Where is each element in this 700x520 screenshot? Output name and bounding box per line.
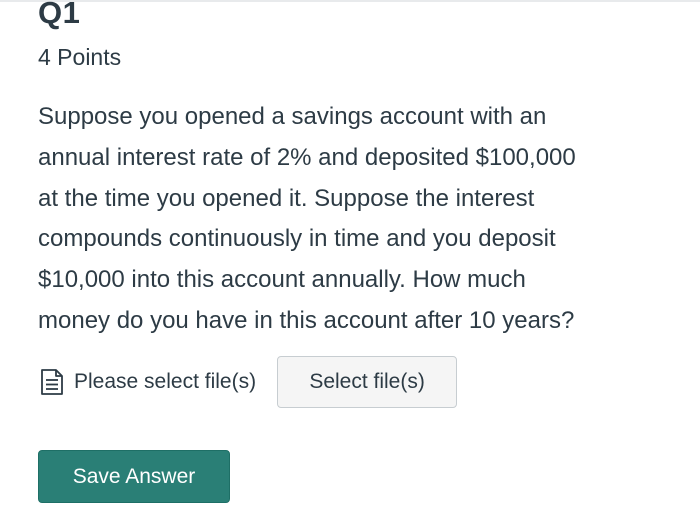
question-number: Q1 (38, 0, 81, 30)
file-upload-row: Please select file(s) Select file(s) (38, 356, 458, 408)
top-divider (0, 0, 700, 2)
file-icon (38, 368, 66, 396)
question-text-line: money do you have in this account after … (38, 306, 575, 334)
select-files-button[interactable]: Select file(s) (277, 356, 458, 408)
question-text-line: at the time you opened it. Suppose the i… (38, 184, 535, 212)
save-answer-button[interactable]: Save Answer (38, 450, 230, 503)
question-text-line: Suppose you opened a savings account wit… (38, 103, 547, 130)
question-text-line: compounds continuously in time and you d… (38, 225, 556, 253)
file-upload-label: Please select file(s) (74, 370, 257, 393)
question-text-line: annual interest rate of 2% and deposited… (38, 143, 576, 171)
question-points: 4 Points (38, 44, 122, 70)
question-text: Suppose you opened a savings account wit… (38, 97, 678, 342)
question-text-line: $10,000 into this account annually. How … (38, 266, 526, 294)
